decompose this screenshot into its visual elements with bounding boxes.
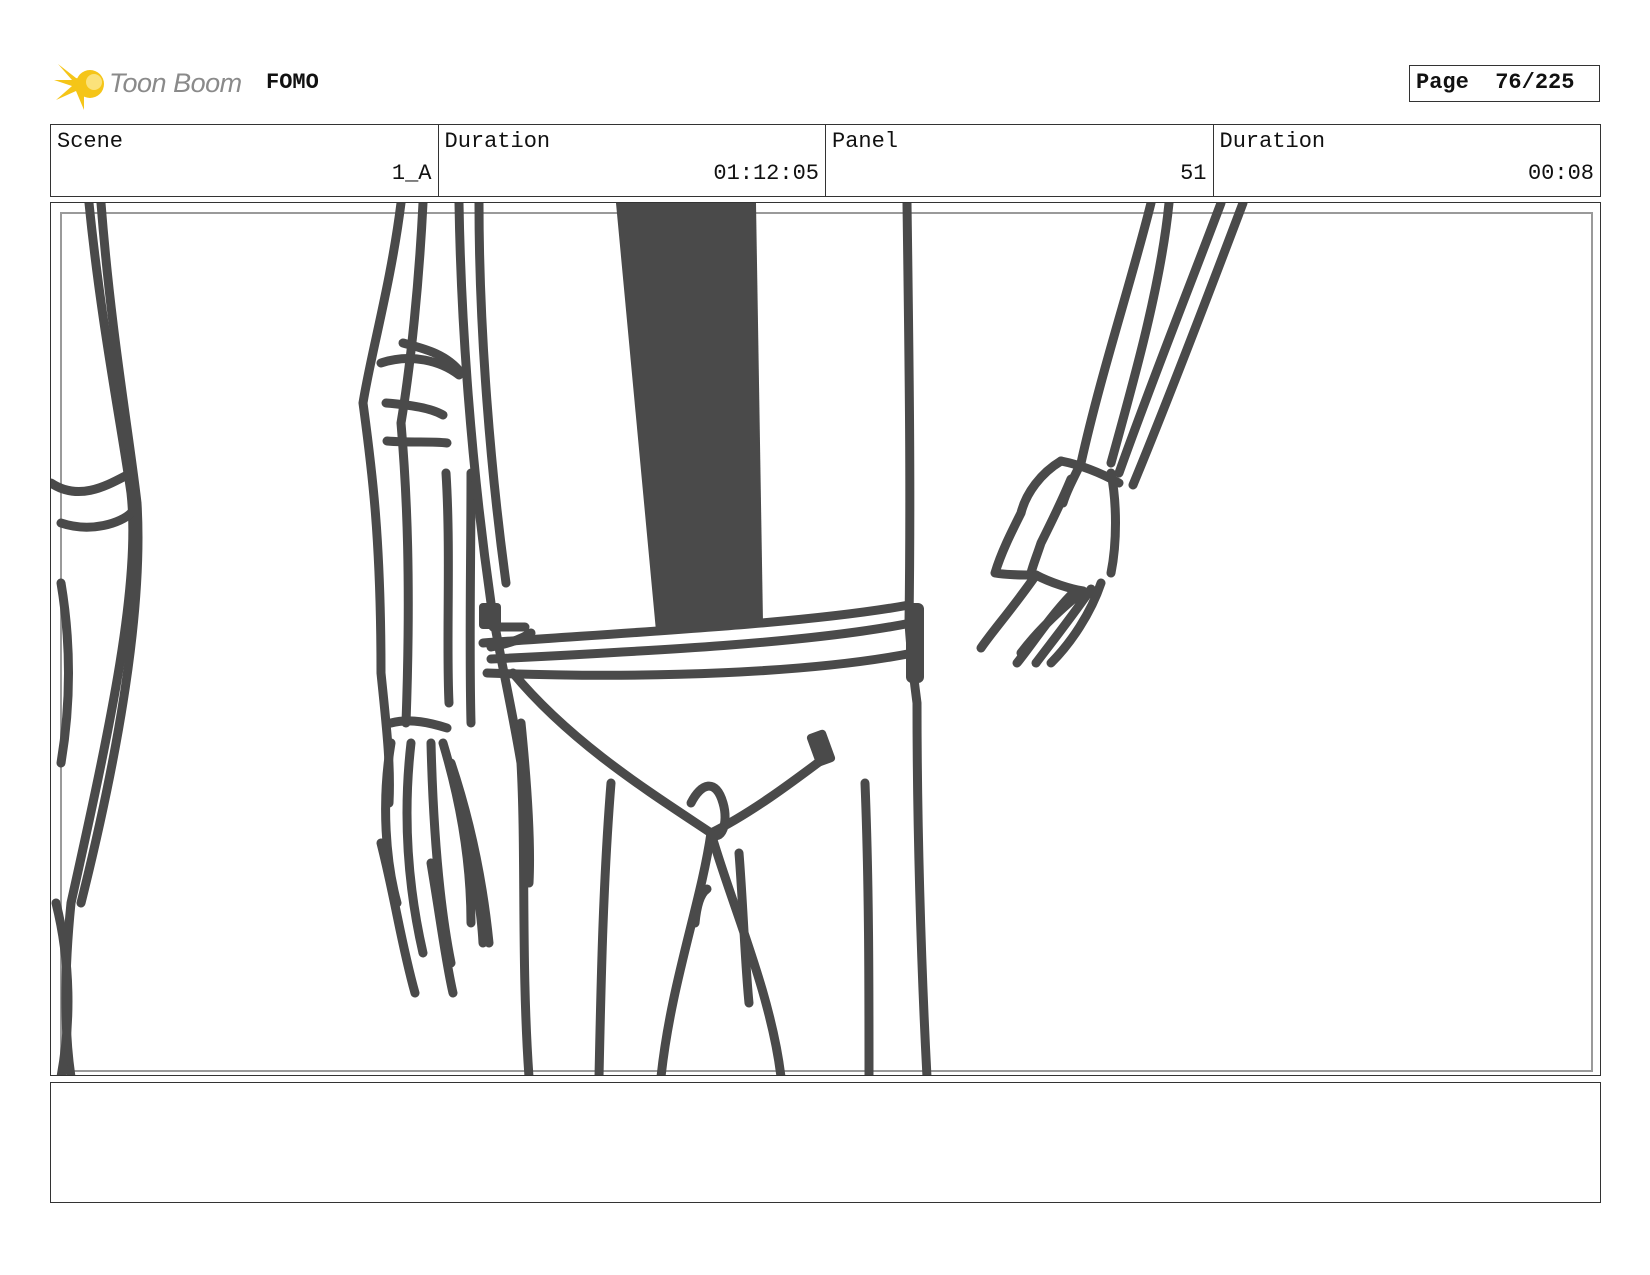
page-indicator: Page 76/225 <box>1409 65 1600 102</box>
starburst-icon <box>54 64 104 110</box>
project-title: FOMO <box>266 70 319 95</box>
scene-cell: Scene 1_A <box>51 125 439 196</box>
scene-label: Scene <box>57 129 124 154</box>
toon-boom-logo: Toon Boom <box>54 58 254 112</box>
sketch-drawing <box>51 203 1593 1075</box>
panel-label: Panel <box>832 129 899 154</box>
scene-value: 1_A <box>391 161 432 186</box>
panel-cell: Panel 51 <box>826 125 1214 196</box>
scene-duration-value: 01:12:05 <box>713 161 819 186</box>
panel-notes-box <box>50 1082 1601 1203</box>
safe-frame <box>60 212 1593 1072</box>
storyboard-panel-frame <box>50 202 1601 1076</box>
panel-value: 51 <box>1180 161 1207 186</box>
page-number: 76/225 <box>1495 70 1575 95</box>
shirt-stripe <box>616 203 763 631</box>
panel-duration-label: Duration <box>1219 129 1326 154</box>
panel-duration-value: 00:08 <box>1527 161 1594 186</box>
scene-duration-cell: Duration 01:12:05 <box>439 125 826 196</box>
page-label: Page <box>1416 70 1469 95</box>
panel-info-table: Scene 1_A Duration 01:12:05 Panel 51 Dur… <box>50 124 1601 197</box>
scene-duration-label: Duration <box>444 129 551 154</box>
logo-text: Toon Boom <box>109 68 242 98</box>
panel-duration-cell: Duration 00:08 <box>1214 125 1601 196</box>
